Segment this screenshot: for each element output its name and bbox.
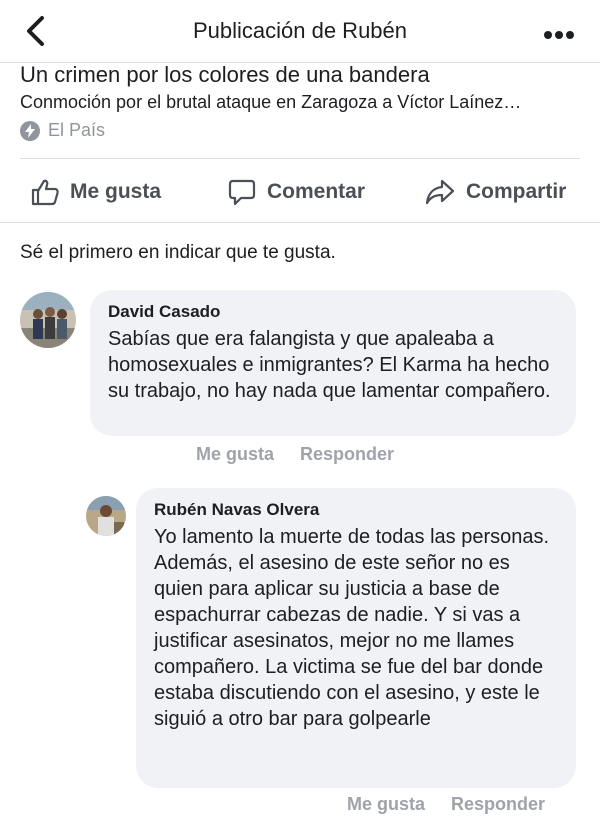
comment-author[interactable]: David Casado xyxy=(108,302,558,322)
comment-bubble-icon xyxy=(228,179,256,206)
comment-text: Yo lamento la muerte de todas las person… xyxy=(154,526,550,730)
comment-text: Sabías que era falangista y que apaleaba… xyxy=(108,328,551,402)
dot-icon xyxy=(555,31,563,39)
share-button[interactable]: Compartir xyxy=(424,170,566,214)
comment-actions: Me gusta Responder xyxy=(196,444,420,465)
link-source: El País xyxy=(20,120,105,141)
avatar[interactable] xyxy=(86,496,126,536)
action-bar: Me gusta Comentar Compartir xyxy=(0,170,600,214)
comment-like-link[interactable]: Me gusta xyxy=(196,444,274,464)
dot-icon xyxy=(544,31,552,39)
dot-icon xyxy=(566,31,574,39)
divider xyxy=(20,158,580,159)
user-photo-icon xyxy=(86,496,126,536)
comment-button[interactable]: Comentar xyxy=(227,170,365,214)
like-button[interactable]: Me gusta xyxy=(30,170,161,214)
lightning-bolt-icon xyxy=(20,120,40,141)
divider xyxy=(0,222,600,223)
page-title: Publicación de Rubén xyxy=(192,18,408,43)
more-options-button[interactable] xyxy=(544,26,580,39)
link-subtitle[interactable]: Conmoción por el brutal ataque en Zarago… xyxy=(20,92,521,113)
likes-prompt: Sé el primero en indicar que te gusta. xyxy=(20,242,336,263)
comment-bubble[interactable]: David Casado Sabías que era falangista y… xyxy=(90,290,576,436)
like-label: Me gusta xyxy=(70,180,162,203)
comment-label: Comentar xyxy=(267,180,366,203)
share-label: Compartir xyxy=(466,180,567,203)
link-source-label: El País xyxy=(48,120,106,140)
comment-bubble[interactable]: Rubén Navas Olvera Yo lamento la muerte … xyxy=(136,488,576,788)
top-bar: Publicación de Rubén xyxy=(0,0,600,63)
avatar[interactable] xyxy=(20,292,76,348)
comment-actions: Me gusta Responder xyxy=(347,794,571,815)
thumbs-up-icon xyxy=(31,179,59,206)
comment-author[interactable]: Rubén Navas Olvera xyxy=(154,500,558,520)
user-photo-icon xyxy=(20,292,76,348)
share-arrow-icon xyxy=(425,179,455,205)
link-title[interactable]: Un crimen por los colores de una bandera xyxy=(20,62,430,88)
comment-reply-link[interactable]: Responder xyxy=(451,794,545,814)
comment-like-link[interactable]: Me gusta xyxy=(347,794,425,814)
comment-reply-link[interactable]: Responder xyxy=(300,444,394,464)
